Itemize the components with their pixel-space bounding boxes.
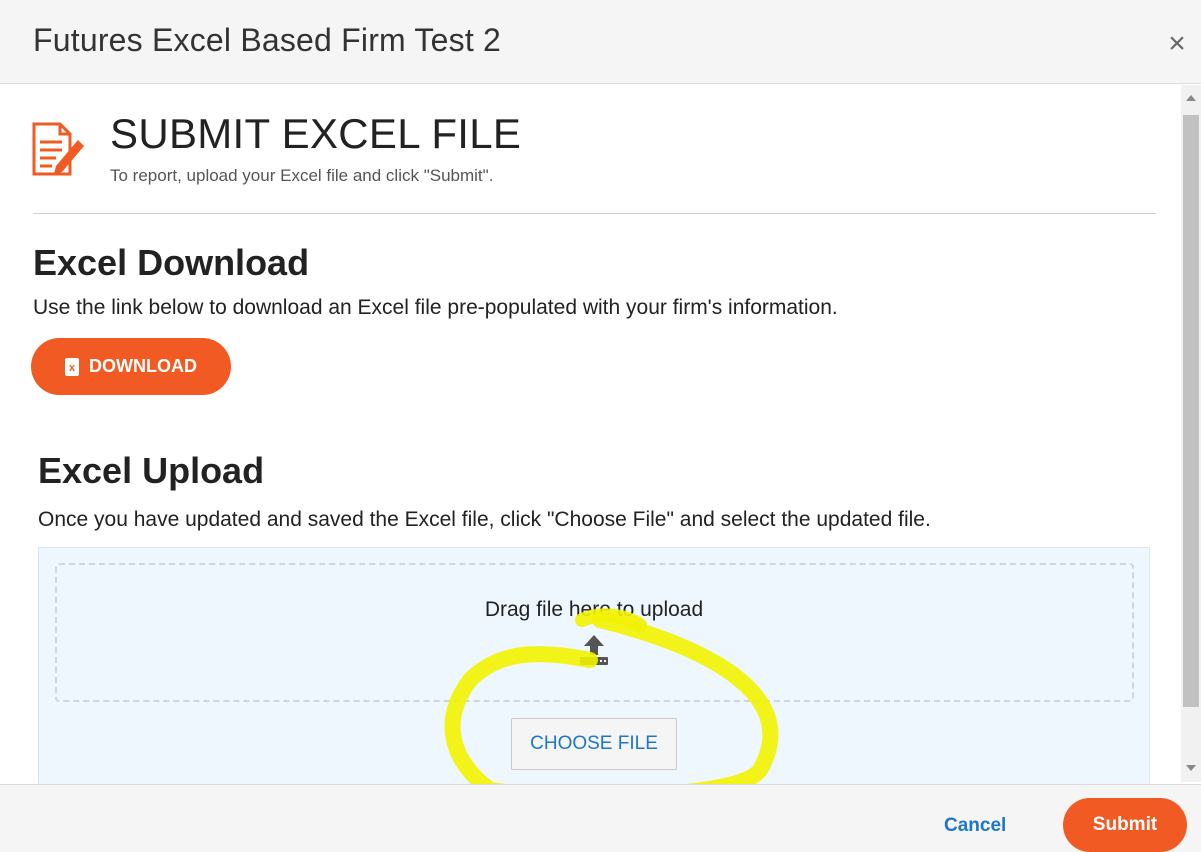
close-icon[interactable]: ×	[1163, 28, 1191, 60]
download-description: Use the link below to download an Excel …	[33, 296, 838, 319]
dialog-title: Futures Excel Based Firm Test 2	[33, 22, 501, 58]
download-heading: Excel Download	[33, 242, 310, 283]
scrollbar[interactable]	[1181, 85, 1201, 782]
section-subtitle: To report, upload your Excel file and cl…	[110, 166, 494, 185]
dialog-footer	[0, 784, 1201, 852]
download-button[interactable]: x DOWNLOAD	[31, 338, 231, 395]
download-button-label: DOWNLOAD	[89, 356, 197, 376]
upload-description: Once you have updated and saved the Exce…	[38, 508, 931, 531]
document-edit-icon	[32, 122, 84, 176]
upload-heading: Excel Upload	[38, 450, 265, 491]
choose-file-button[interactable]: CHOOSE FILE	[511, 718, 677, 770]
submit-button[interactable]: Submit	[1063, 798, 1187, 852]
excel-file-icon: x	[65, 357, 79, 376]
drag-text: Drag file here to upload	[484, 598, 704, 621]
section-title: SUBMIT EXCEL FILE	[110, 110, 522, 157]
scroll-up-icon[interactable]	[1186, 95, 1196, 101]
cancel-button[interactable]: Cancel	[944, 815, 1006, 837]
divider	[33, 213, 1156, 214]
scroll-down-icon[interactable]	[1186, 765, 1196, 771]
upload-icon	[580, 635, 608, 665]
dialog-header: Futures Excel Based Firm Test 2 ×	[0, 0, 1201, 84]
